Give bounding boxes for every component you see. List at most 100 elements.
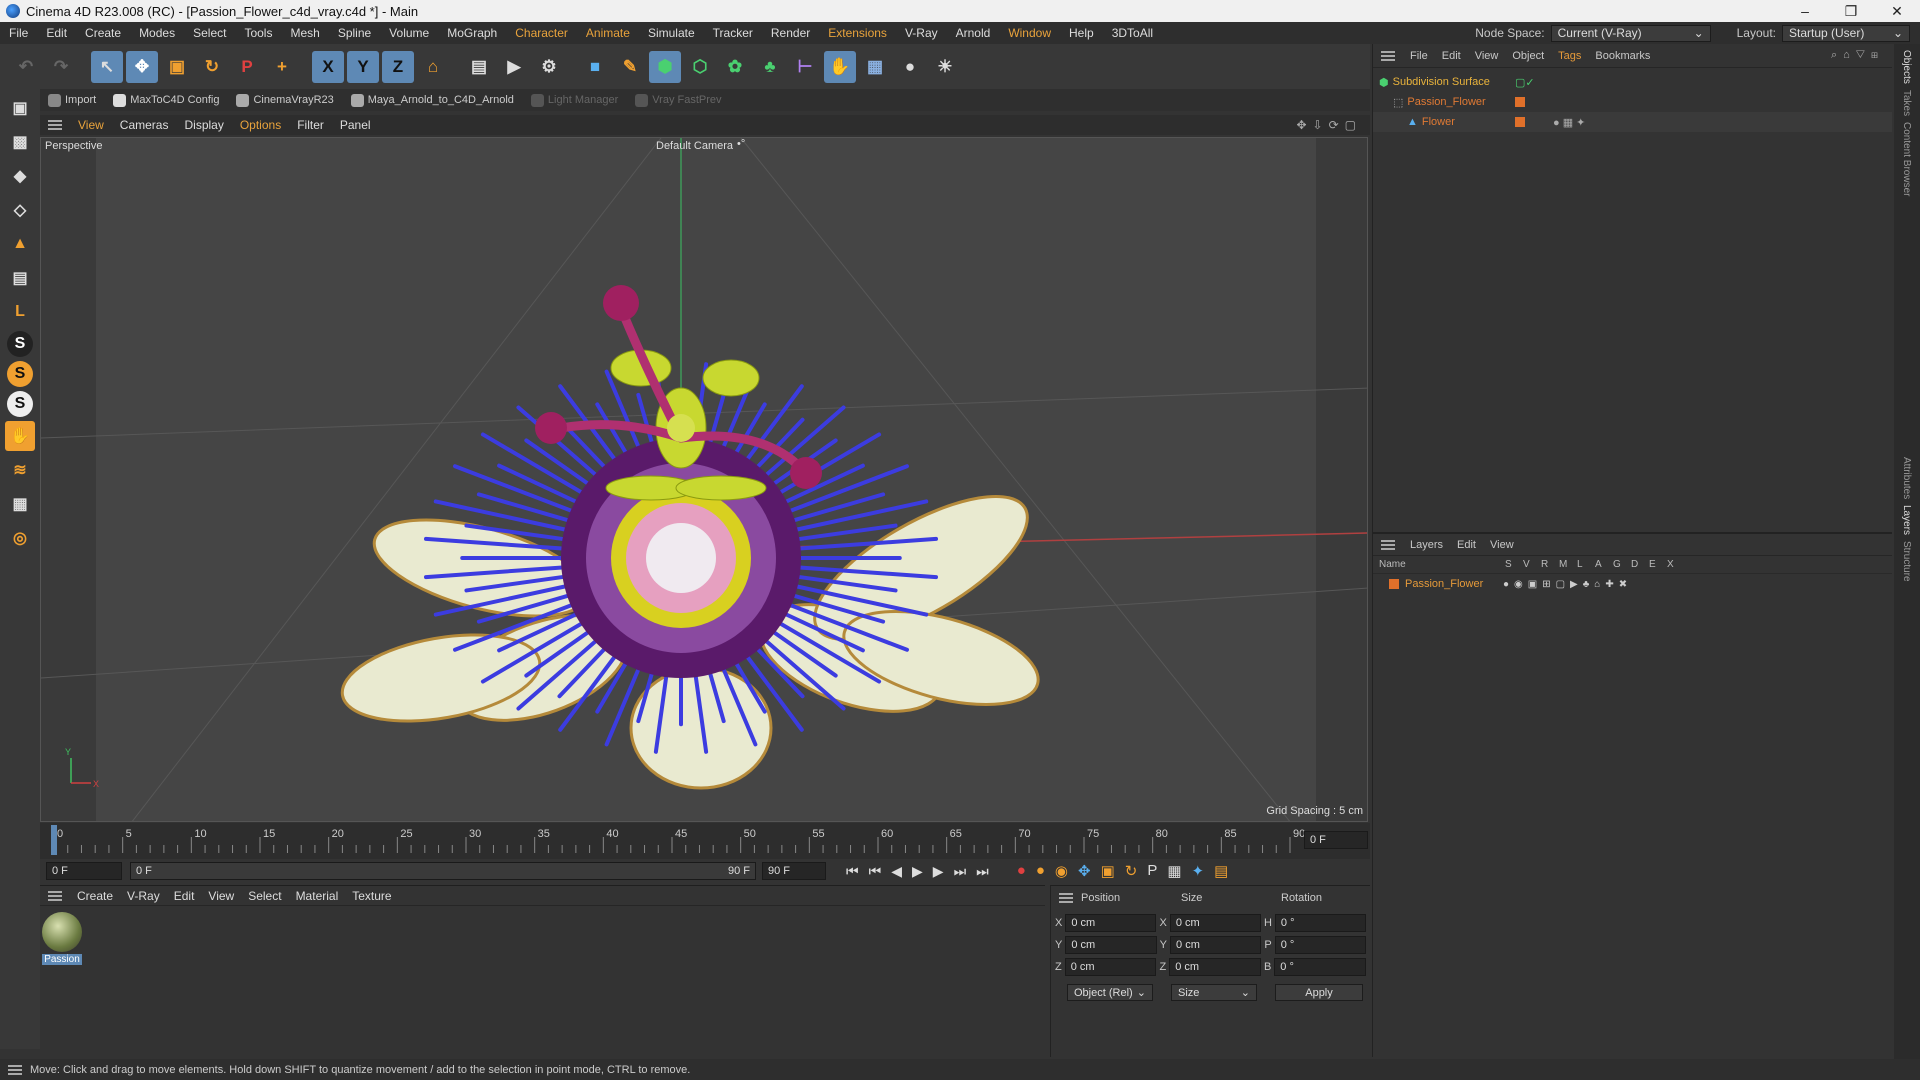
light-manager-button[interactable]: Light Manager xyxy=(530,93,618,107)
rotation-h-field[interactable]: 0 ° xyxy=(1274,914,1367,932)
coordinate-mode-dropdown[interactable]: Object (Rel) ⌄ xyxy=(1067,984,1153,1001)
tab-layers[interactable]: Layers xyxy=(1901,505,1912,535)
menu-modes[interactable]: Modes xyxy=(130,26,184,40)
size-z-field[interactable]: 0 cm xyxy=(1169,958,1261,976)
axis-mode-icon[interactable]: L xyxy=(5,297,35,327)
menu-volume[interactable]: Volume xyxy=(380,26,438,40)
play-icon[interactable]: ▶ xyxy=(912,863,923,880)
vray-fastprev-button[interactable]: Vray FastPrev xyxy=(635,93,722,107)
menu-tracker[interactable]: Tracker xyxy=(704,26,762,40)
size-y-field[interactable]: 0 cm xyxy=(1170,936,1262,954)
timeline-frame-field[interactable]: 0 F xyxy=(1304,831,1368,849)
import-button[interactable]: Import xyxy=(48,93,96,107)
node-space-dropdown[interactable]: Current (V-Ray) ⌄ xyxy=(1550,24,1711,42)
objects-menu-bookmarks[interactable]: Bookmarks xyxy=(1588,50,1657,62)
tab-objects[interactable]: Objects xyxy=(1901,50,1912,84)
objects-menu-object[interactable]: Object xyxy=(1505,50,1551,62)
scale-tool-icon[interactable]: ▣ xyxy=(161,51,193,83)
x-axis-lock-icon[interactable]: X xyxy=(312,51,344,83)
floor-icon[interactable]: ▦ xyxy=(859,51,891,83)
menu-help[interactable]: Help xyxy=(1060,26,1103,40)
material-menu-view[interactable]: View xyxy=(201,889,241,903)
frame-range-slider[interactable]: 0 F 90 F xyxy=(130,862,756,880)
key-position-icon[interactable]: ✥ xyxy=(1078,862,1091,880)
viewport-menu-cameras[interactable]: Cameras xyxy=(112,118,177,132)
tab-content-browser[interactable]: Content Browser xyxy=(1901,122,1912,196)
z-axis-lock-icon[interactable]: Z xyxy=(382,51,414,83)
next-frame-icon[interactable]: ▶ xyxy=(933,863,944,880)
viewport-menu-panel[interactable]: Panel xyxy=(332,118,379,132)
rotate-tool-icon[interactable]: ↻ xyxy=(196,51,228,83)
add-tool-icon[interactable]: + xyxy=(266,51,298,83)
sculpt-icon[interactable]: ✋ xyxy=(824,51,856,83)
material-menu-vray[interactable]: V-Ray xyxy=(120,889,167,903)
cloner-icon[interactable]: ♣ xyxy=(754,51,786,83)
motion-icon[interactable]: ✦ xyxy=(1192,862,1205,880)
light-icon[interactable]: ☀ xyxy=(929,51,961,83)
move-tool-icon[interactable]: ✥ xyxy=(126,51,158,83)
objects-menu-edit[interactable]: Edit xyxy=(1435,50,1468,62)
cube-icon[interactable]: ■ xyxy=(579,51,611,83)
object-row-subdivision-surface[interactable]: ⬢ Subdivision Surface ▢✓ xyxy=(1373,72,1892,92)
menu-window[interactable]: Window xyxy=(999,26,1060,40)
viewport-menu-display[interactable]: Display xyxy=(176,118,231,132)
viewport-menu-filter[interactable]: Filter xyxy=(289,118,332,132)
size-x-field[interactable]: 0 cm xyxy=(1169,914,1261,932)
layers-menu-edit[interactable]: Edit xyxy=(1450,539,1483,551)
menu-3dtoall[interactable]: 3DToAll xyxy=(1103,26,1162,40)
timeline-ruler[interactable]: 0 5 10 15 20 25 30 35 40 45 50 55 60 65 70 75 80 85 90 0 F xyxy=(40,823,1370,859)
layer-color-icon[interactable] xyxy=(1515,97,1525,107)
material-menu-create[interactable]: Create xyxy=(70,889,120,903)
maxtoc4d-config-button[interactable]: MaxToC4D Config xyxy=(113,93,219,107)
material-tag-icon[interactable]: ● ▦ ✦ xyxy=(1553,116,1585,129)
maximize-button[interactable]: ❐ xyxy=(1828,0,1874,22)
layer-color-icon[interactable] xyxy=(1389,579,1399,589)
pen-icon[interactable]: ✎ xyxy=(614,51,646,83)
object-manager-menu-icon[interactable] xyxy=(1381,50,1395,61)
coordinates-menu-icon[interactable] xyxy=(1059,893,1073,903)
layout-dropdown[interactable]: Startup (User) ⌄ xyxy=(1782,24,1910,42)
size-mode-dropdown[interactable]: Size ⌄ xyxy=(1171,984,1257,1001)
viewport-menu-options[interactable]: Options xyxy=(232,118,289,132)
extrude-icon[interactable]: ⬡ xyxy=(684,51,716,83)
menu-spline[interactable]: Spline xyxy=(329,26,380,40)
material-swatch[interactable]: Passion xyxy=(42,912,82,965)
minimize-button[interactable]: – xyxy=(1782,0,1828,22)
render-settings-icon[interactable]: ⚙ xyxy=(533,51,565,83)
start-frame-field[interactable]: 0 F xyxy=(46,862,122,880)
menu-arnold[interactable]: Arnold xyxy=(947,26,1000,40)
maya-arnold-button[interactable]: Maya_Arnold_to_C4D_Arnold xyxy=(350,93,514,107)
menu-vray[interactable]: V-Ray xyxy=(896,26,947,40)
layers-menu-view[interactable]: View xyxy=(1483,539,1521,551)
menu-select[interactable]: Select xyxy=(184,26,235,40)
menu-mesh[interactable]: Mesh xyxy=(281,26,328,40)
goto-end-icon[interactable]: ⏭ xyxy=(976,863,989,880)
object-manager-tool-icons[interactable]: ⌕⌂▽⊞ xyxy=(1831,49,1884,62)
polygons-mode-icon[interactable]: ▲ xyxy=(5,229,35,259)
layer-color-icon[interactable] xyxy=(1515,117,1525,127)
record-icon[interactable]: ● xyxy=(1017,862,1026,880)
undo-icon[interactable]: ↶ xyxy=(10,51,42,83)
select-tool-icon[interactable]: ↖ xyxy=(91,51,123,83)
objects-menu-tags[interactable]: Tags xyxy=(1551,50,1588,62)
viewport-nav-icons[interactable]: ✥⇩⟳▢ xyxy=(1296,118,1362,132)
uv-mode-icon[interactable]: ▤ xyxy=(5,263,35,293)
object-row-passion-flower[interactable]: ⬚ Passion_Flower xyxy=(1373,92,1892,112)
render-view-icon[interactable]: ▤ xyxy=(463,51,495,83)
autokey-icon[interactable]: ● xyxy=(1036,862,1045,880)
tweak-icon[interactable]: ✋ xyxy=(5,421,35,451)
viewport-menu-view[interactable]: View xyxy=(70,118,112,132)
material-menu-icon[interactable] xyxy=(48,890,62,901)
grid-icon[interactable]: ▦ xyxy=(5,489,35,519)
apply-button[interactable]: Apply xyxy=(1275,984,1363,1001)
menu-render[interactable]: Render xyxy=(762,26,819,40)
cinemavray-button[interactable]: CinemaVrayR23 xyxy=(236,93,334,107)
menu-create[interactable]: Create xyxy=(76,26,130,40)
viewport-menu-icon[interactable] xyxy=(48,120,62,130)
tab-takes[interactable]: Takes xyxy=(1901,90,1912,116)
menu-simulate[interactable]: Simulate xyxy=(639,26,704,40)
position-x-field[interactable]: 0 cm xyxy=(1065,914,1157,932)
rotation-p-field[interactable]: 0 ° xyxy=(1274,936,1367,954)
menu-tools[interactable]: Tools xyxy=(235,26,281,40)
prev-frame-icon[interactable]: ◀ xyxy=(891,863,902,880)
